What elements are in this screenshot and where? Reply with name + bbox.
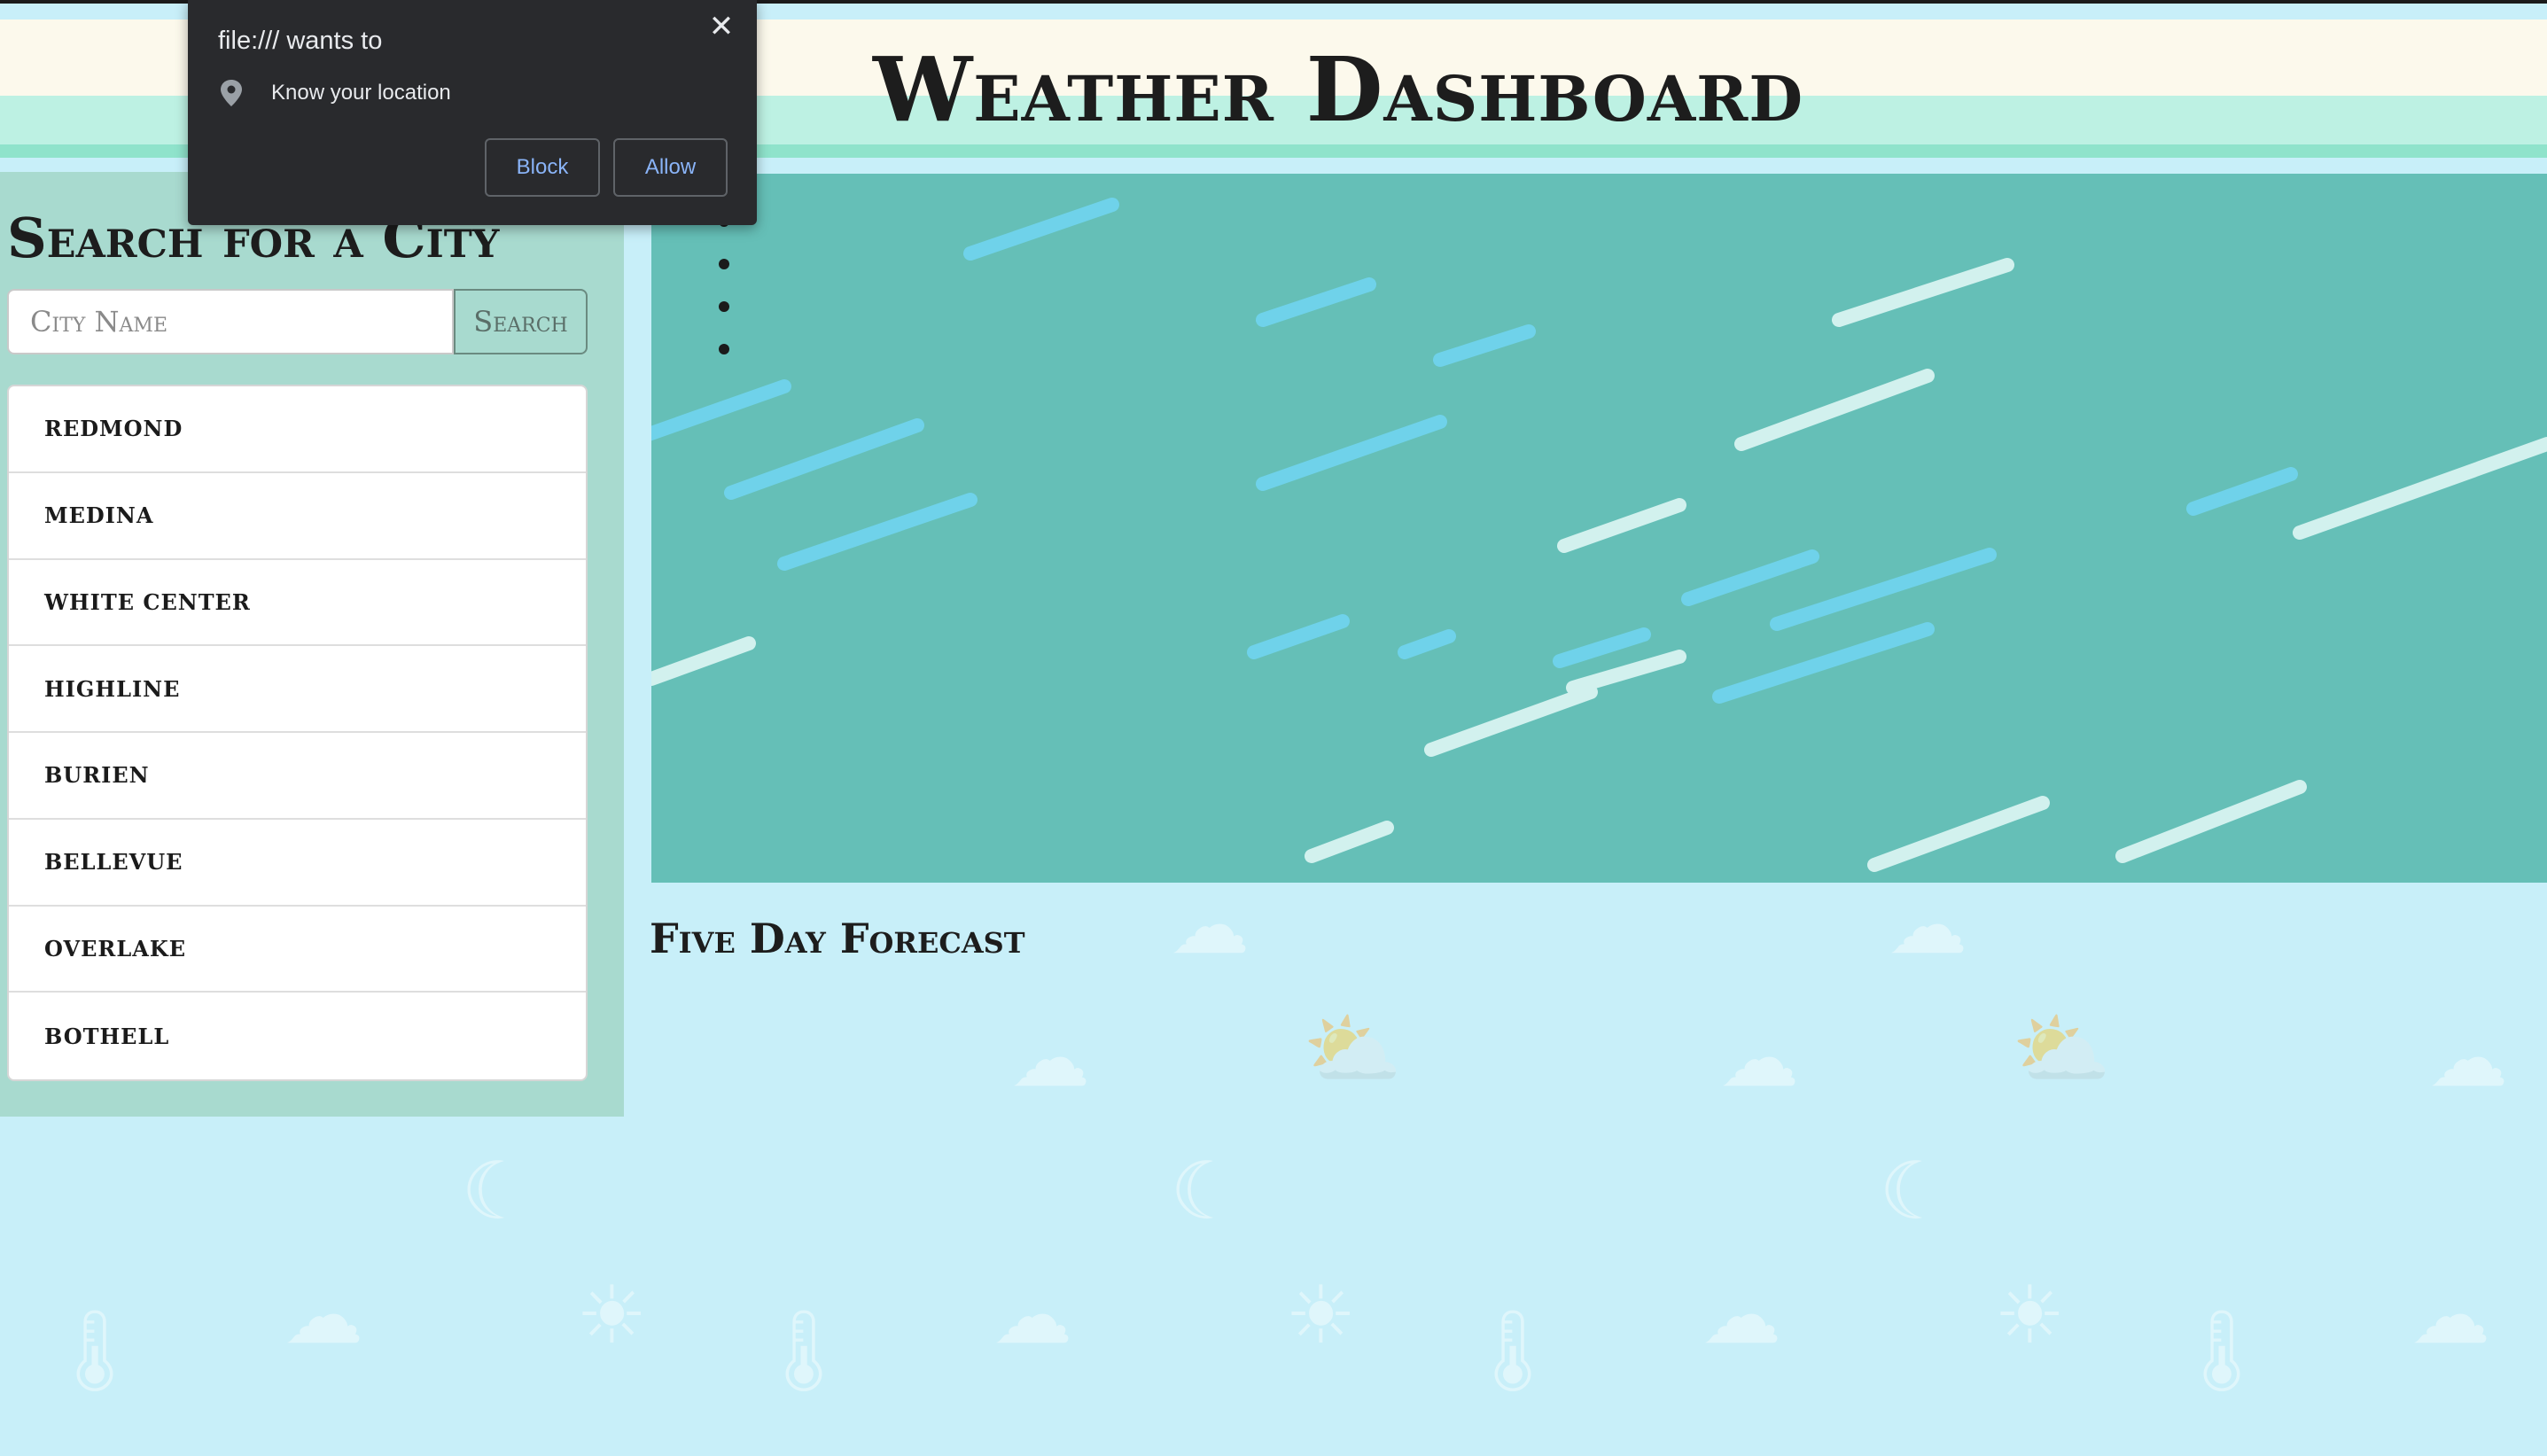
sun-icon: ☀ xyxy=(1285,1269,1357,1362)
raindrop xyxy=(1566,650,1686,695)
block-button[interactable]: Block xyxy=(485,138,600,197)
city-item-white-center[interactable]: WHITE CENTER xyxy=(9,560,586,647)
moon-icon: ☾ xyxy=(461,1145,533,1238)
search-form: Search xyxy=(7,289,588,354)
location-pin-icon xyxy=(221,80,242,106)
list-bullet xyxy=(719,259,729,269)
thermometer-icon: 🌡 xyxy=(753,1304,855,1398)
current-weather-panel xyxy=(651,174,2547,883)
search-button[interactable]: Search xyxy=(454,289,588,354)
raindrop xyxy=(2115,780,2307,863)
cloud-icon: ☁ xyxy=(2411,1269,2490,1362)
thermometer-icon: 🌡 xyxy=(44,1304,146,1398)
popup-title: file:/// wants to xyxy=(218,27,383,55)
rain-animation xyxy=(651,198,2547,872)
city-item-redmond[interactable]: REDMOND xyxy=(9,386,586,473)
raindrop xyxy=(1553,627,1651,668)
cloud-icon: ☁ xyxy=(1719,1012,1799,1105)
city-item-overlake[interactable]: OVERLAKE xyxy=(9,907,586,993)
cloud-icon: ☁ xyxy=(1888,879,1967,972)
page-title: Weather Dashboard xyxy=(873,37,1804,142)
city-item-medina[interactable]: MEDINA xyxy=(9,473,586,560)
raindrop xyxy=(1247,614,1350,659)
list-bullet xyxy=(719,301,729,312)
raindrop xyxy=(1433,324,1536,367)
raindrop xyxy=(651,379,791,441)
raindrop xyxy=(1256,277,1376,327)
raindrop xyxy=(1305,821,1394,863)
raindrop xyxy=(1832,258,2014,327)
sun-icon: ☀ xyxy=(576,1269,648,1362)
forecast-heading: Five Day Forecast xyxy=(650,915,1025,962)
raindrop xyxy=(1256,415,1447,491)
sun-cloud-icon: ⛅ xyxy=(2012,1003,2112,1096)
city-item-bothell[interactable]: BOTHELL xyxy=(9,993,586,1079)
city-item-highline[interactable]: HIGHLINE xyxy=(9,646,586,733)
cloud-icon: ☁ xyxy=(2428,1012,2508,1105)
list-bullet xyxy=(719,344,729,354)
raindrop xyxy=(724,418,924,500)
city-search-input[interactable] xyxy=(7,289,454,354)
moon-icon: ☾ xyxy=(1170,1145,1242,1238)
city-item-burien[interactable]: BURIEN xyxy=(9,733,586,820)
cloud-icon: ☁ xyxy=(993,1269,1072,1362)
location-permission-popup: file:/// wants to ✕ Know your location B… xyxy=(188,0,757,225)
raindrop xyxy=(1424,685,1598,757)
cloud-icon: ☁ xyxy=(284,1269,363,1362)
close-icon[interactable]: ✕ xyxy=(704,9,739,44)
raindrop xyxy=(963,198,1119,261)
weather-detail-list xyxy=(719,216,729,386)
cloud-icon: ☁ xyxy=(1010,1012,1090,1105)
cloud-icon: ☁ xyxy=(1702,1269,1781,1362)
raindrop xyxy=(777,493,978,571)
thermometer-icon: 🌡 xyxy=(1462,1304,1564,1398)
permission-label: Know your location xyxy=(271,81,451,105)
raindrop xyxy=(1867,796,2050,872)
raindrop xyxy=(1734,369,1935,451)
raindrop xyxy=(2293,437,2547,540)
permission-row: Know your location xyxy=(218,78,451,108)
raindrop xyxy=(1712,622,1935,704)
raindrop xyxy=(1398,629,1456,659)
sun-icon: ☀ xyxy=(1994,1269,2066,1362)
moon-icon: ☾ xyxy=(1879,1145,1951,1238)
raindrop xyxy=(2186,467,2298,516)
raindrop xyxy=(1681,549,1819,606)
sun-cloud-icon: ⛅ xyxy=(1303,1003,1403,1096)
cloud-icon: ☁ xyxy=(1170,879,1250,972)
city-item-bellevue[interactable]: BELLEVUE xyxy=(9,820,586,907)
raindrop xyxy=(651,636,756,686)
thermometer-icon: 🌡 xyxy=(2171,1304,2273,1398)
allow-button[interactable]: Allow xyxy=(613,138,728,197)
city-history-list: REDMOND MEDINA WHITE CENTER HIGHLINE BUR… xyxy=(7,385,588,1081)
raindrop xyxy=(1557,498,1686,553)
